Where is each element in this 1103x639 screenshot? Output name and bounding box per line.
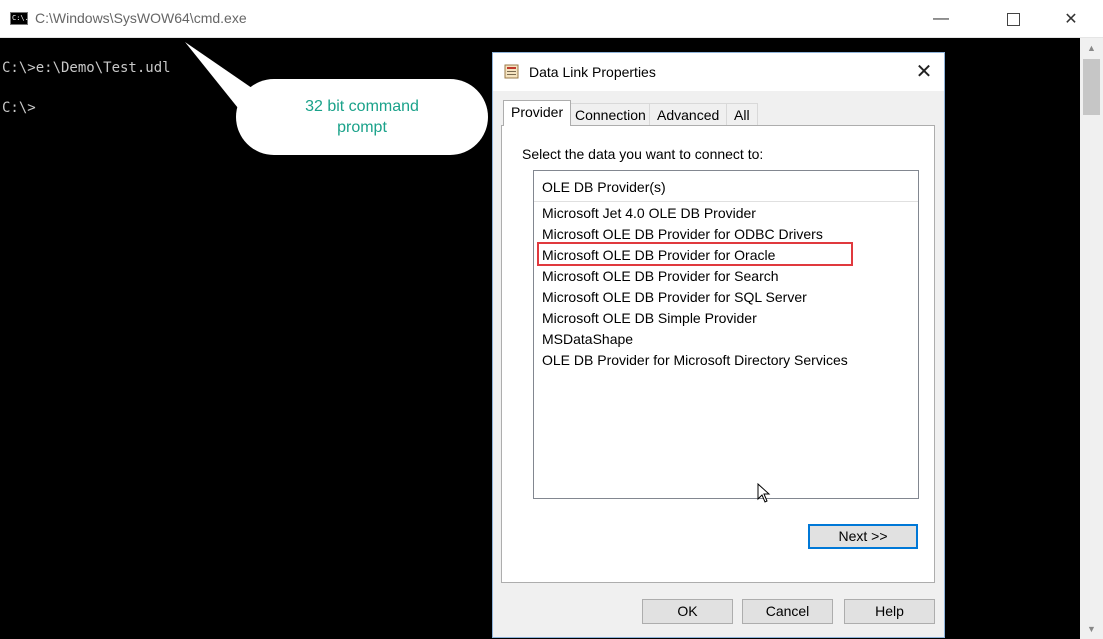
list-header-divider — [534, 201, 918, 202]
data-link-properties-dialog: Data Link Properties ✕ Provider Connecti… — [492, 52, 945, 638]
provider-listbox[interactable]: OLE DB Provider(s) Microsoft Jet 4.0 OLE… — [533, 170, 919, 503]
callout-text: 32 bit command prompt — [305, 98, 419, 136]
list-item[interactable]: MSDataShape — [542, 331, 633, 347]
scrollbar-thumb[interactable] — [1083, 59, 1100, 115]
list-item[interactable]: Microsoft OLE DB Provider for ODBC Drive… — [542, 226, 823, 242]
tab-advanced[interactable]: Advanced — [649, 103, 728, 126]
scroll-up-arrow-icon[interactable]: ▲ — [1080, 38, 1103, 58]
close-icon: ✕ — [1064, 11, 1078, 28]
oracle-highlight-box — [537, 242, 853, 266]
console-line: C:\> — [2, 100, 36, 116]
tab-all[interactable]: All — [726, 103, 758, 126]
select-data-label: Select the data you want to connect to: — [522, 146, 764, 162]
console-scrollbar[interactable]: ▲ ▼ — [1080, 38, 1103, 639]
dialog-close-button[interactable]: ✕ — [908, 59, 940, 85]
data-link-icon — [504, 64, 519, 79]
callout-bubble: 32 bit command prompt — [236, 79, 488, 155]
list-item[interactable]: Microsoft OLE DB Provider for SQL Server — [542, 289, 807, 305]
next-button[interactable]: Next >> — [808, 524, 918, 549]
scroll-down-arrow-icon[interactable]: ▼ — [1080, 619, 1103, 639]
cancel-button[interactable]: Cancel — [742, 599, 833, 624]
tab-connection[interactable]: Connection — [567, 103, 654, 126]
cmd-window-title: C:\Windows\SysWOW64\cmd.exe — [35, 10, 247, 26]
dialog-title: Data Link Properties — [529, 64, 656, 80]
minimize-icon: — — [933, 10, 949, 27]
list-column-header: OLE DB Provider(s) — [542, 179, 666, 195]
close-window-button[interactable]: ✕ — [1048, 0, 1094, 38]
provider-tab-panel: Select the data you want to connect to: … — [501, 125, 935, 583]
minimize-button[interactable]: — — [918, 0, 964, 38]
console-line: C:\>e:\Demo\Test.udl — [2, 60, 171, 76]
help-button[interactable]: Help — [844, 599, 935, 624]
list-item[interactable]: Microsoft OLE DB Provider for Search — [542, 268, 779, 284]
dialog-titlebar: Data Link Properties ✕ — [493, 53, 944, 91]
cmd-titlebar: C:\. C:\Windows\SysWOW64\cmd.exe — ✕ — [0, 0, 1103, 38]
cmd-app-icon: C:\. — [10, 12, 29, 25]
close-icon: ✕ — [915, 61, 933, 83]
maximize-button[interactable] — [990, 0, 1036, 38]
mouse-cursor-icon — [757, 483, 771, 503]
list-item[interactable]: Microsoft OLE DB Simple Provider — [542, 310, 757, 326]
maximize-icon — [1006, 12, 1020, 26]
list-item[interactable]: OLE DB Provider for Microsoft Directory … — [542, 352, 848, 368]
ok-button[interactable]: OK — [642, 599, 733, 624]
tab-provider[interactable]: Provider — [503, 100, 572, 126]
list-item[interactable]: Microsoft Jet 4.0 OLE DB Provider — [542, 205, 756, 221]
